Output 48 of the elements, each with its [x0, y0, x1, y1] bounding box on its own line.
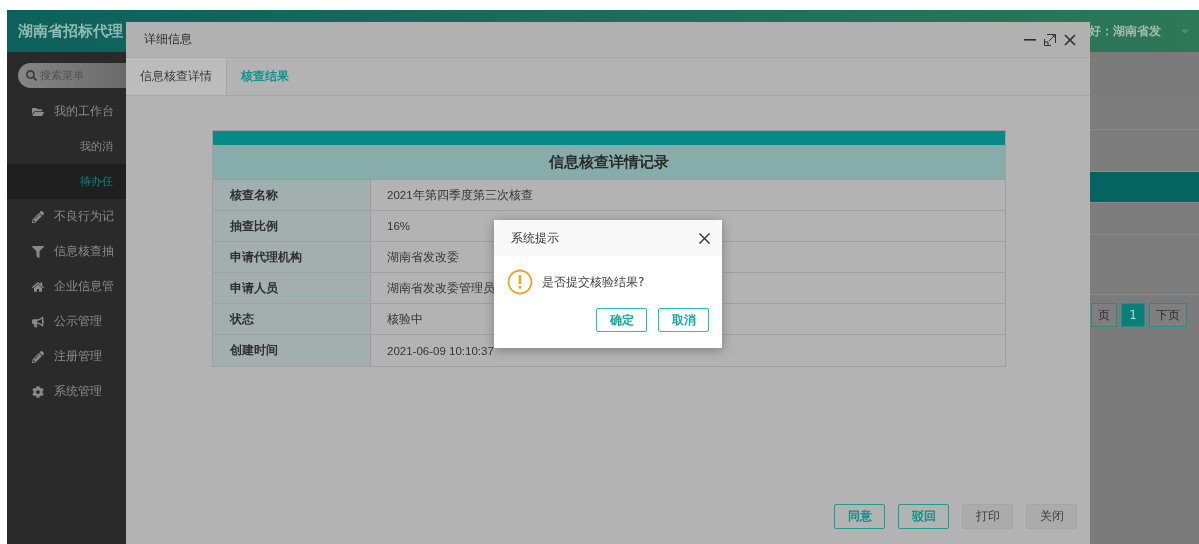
table-cell: 创建时间: [213, 335, 371, 366]
megaphone-icon: [32, 315, 44, 328]
page-button[interactable]: 1: [1121, 303, 1145, 327]
table-title: 信息核查详情记录: [213, 145, 1005, 180]
dialog-button[interactable]: 确定: [596, 308, 647, 332]
dialog-button[interactable]: 取消: [658, 308, 709, 332]
pencil-icon: [32, 350, 44, 363]
submenu-item[interactable]: 我的消: [7, 129, 126, 164]
table-row[interactable]: [1090, 172, 1199, 203]
user-greeting: 好：湖南省发: [1089, 22, 1161, 40]
warning-icon: [507, 269, 533, 295]
house-icon: [32, 280, 44, 293]
page-button[interactable]: 下页: [1149, 303, 1187, 327]
pencil-icon: [32, 210, 44, 223]
menu-item[interactable]: 注册管理: [7, 339, 126, 374]
table-cell: 核查名称: [213, 180, 371, 210]
close-icon[interactable]: [1064, 33, 1076, 46]
search-icon: [26, 70, 37, 81]
table-cell: 核验中: [387, 311, 423, 327]
table-cell: 16%: [387, 220, 411, 232]
menu-item[interactable]: 我的工作台: [7, 94, 126, 129]
table-cell: 状态: [213, 304, 371, 334]
action-button[interactable]: 打印: [962, 504, 1013, 529]
action-button[interactable]: 关闭: [1026, 504, 1077, 529]
funnel-icon: [32, 245, 44, 258]
app-title: 湖南省招标代理: [18, 21, 123, 41]
table-cell: 湖南省发改委: [387, 249, 459, 265]
close-icon[interactable]: [699, 232, 710, 244]
page-button[interactable]: 页: [1091, 303, 1117, 327]
maximize-icon[interactable]: [1044, 33, 1056, 46]
table-cell: 申请代理机构: [213, 242, 371, 272]
tab[interactable]: 信息核查详情: [126, 58, 227, 95]
menu-item[interactable]: 企业信息管: [7, 269, 126, 304]
dialog-message: 是否提交核验结果?: [542, 273, 645, 291]
window-title: 详细信息: [144, 31, 192, 48]
table-cell: 2021年第四季度第三次核查: [387, 187, 533, 203]
gear-icon: [32, 385, 44, 398]
folder-icon: [32, 105, 44, 118]
menu-item[interactable]: 公示管理: [7, 304, 126, 339]
menu-item[interactable]: 信息核查抽: [7, 234, 126, 269]
dialog-title: 系统提示: [511, 229, 559, 247]
submenu-item[interactable]: 待办任: [7, 164, 126, 199]
menu-item[interactable]: 系统管理: [7, 374, 126, 409]
table-cell: 湖南省发改委管理员: [387, 280, 495, 296]
menu-item[interactable]: 不良行为记: [7, 199, 126, 234]
table-cell: 申请人员: [213, 273, 371, 303]
table-cell: 2021-06-09 10:10:37: [387, 344, 494, 357]
table-cell: 抽查比例: [213, 211, 371, 241]
